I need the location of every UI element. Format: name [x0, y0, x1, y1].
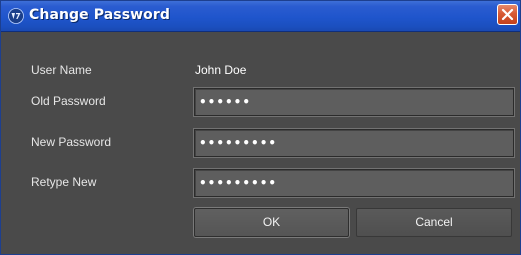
change-password-dialog: Change Password User Name John Doe Old P…	[0, 0, 521, 255]
old-password-label: Old Password	[31, 94, 106, 108]
old-password-field[interactable]	[194, 88, 514, 116]
close-icon	[501, 8, 514, 21]
new-password-label: New Password	[31, 135, 112, 149]
retype-new-label: Retype New	[31, 175, 97, 189]
cancel-button[interactable]: Cancel	[356, 208, 512, 237]
user-name-value: John Doe	[195, 63, 247, 77]
close-button[interactable]	[497, 4, 518, 25]
app-logo-icon	[8, 8, 24, 24]
title-bar[interactable]: Change Password	[1, 1, 520, 32]
retype-new-password-field[interactable]	[194, 169, 514, 197]
new-password-field[interactable]	[194, 129, 514, 157]
ok-button[interactable]: OK	[194, 208, 349, 237]
dialog-title: Change Password	[29, 7, 171, 23]
user-name-label: User Name	[31, 63, 92, 77]
